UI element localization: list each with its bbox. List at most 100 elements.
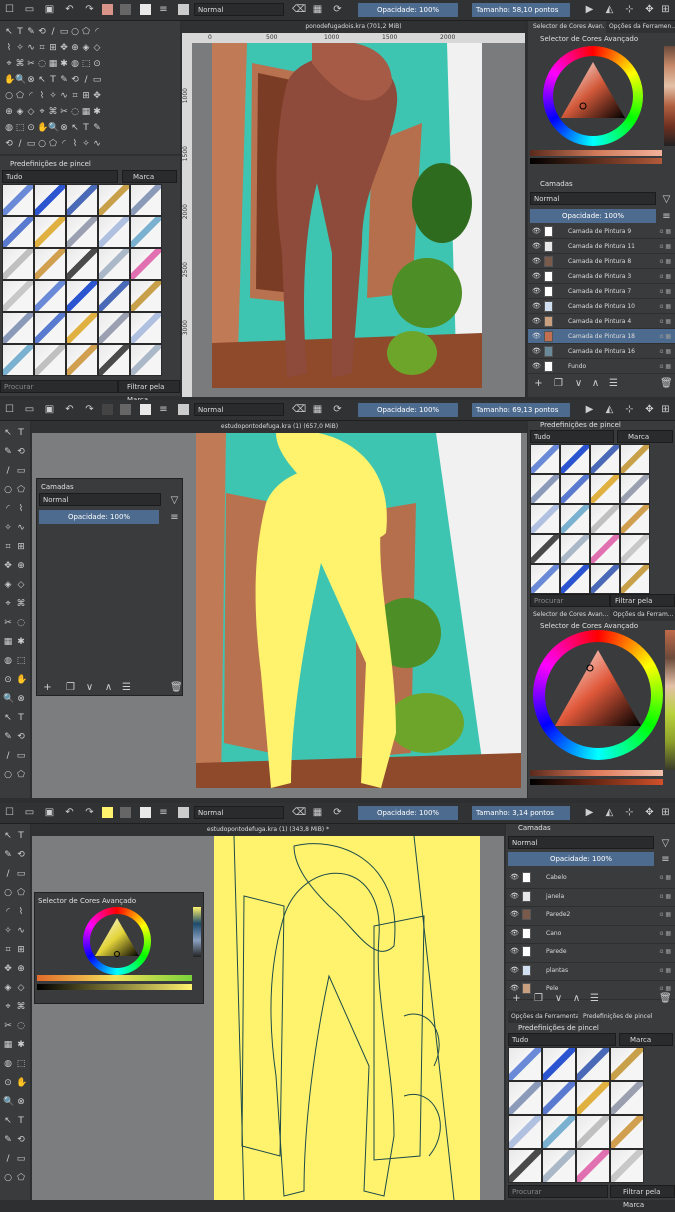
ellipse-tool-icon[interactable]: ○ <box>37 139 47 149</box>
eye-icon[interactable]: 👁 <box>532 299 541 314</box>
move-tool-icon[interactable]: ✥ <box>59 43 69 53</box>
smart-patch-tool-icon[interactable]: ∿ <box>26 43 36 53</box>
ellipse-tool-icon[interactable]: ○ <box>3 485 13 495</box>
eye-icon[interactable]: 👁 <box>510 926 519 941</box>
crop-tool-icon[interactable]: ⊞ <box>48 43 58 53</box>
brush-preset-tile[interactable] <box>34 312 66 344</box>
measure-tool-icon[interactable]: ◇ <box>26 107 36 117</box>
color-swatch-icon[interactable] <box>140 404 151 415</box>
ellipse-tool-icon[interactable]: ○ <box>4 91 14 101</box>
eye-icon[interactable]: 👁 <box>510 963 519 978</box>
brush-preset-tile[interactable] <box>98 312 130 344</box>
reload-icon[interactable]: ⟳ <box>332 4 343 15</box>
brush-filter-select-2[interactable]: Tudo <box>530 430 614 443</box>
layer-properties-icon[interactable]: ☰ <box>121 682 132 693</box>
layer-row[interactable]: 👁 Fundo α ▦ <box>528 359 675 374</box>
tab-color-selector-1[interactable]: Selector de Cores Avan... <box>530 21 604 33</box>
duplicate-layer-icon[interactable]: ❐ <box>65 682 76 693</box>
rectangle-tool-icon[interactable]: ▭ <box>16 751 26 761</box>
eye-icon[interactable]: 👁 <box>510 944 519 959</box>
layer-lock-icon[interactable]: α ▦ <box>659 299 671 314</box>
blend-mode-select[interactable]: Normal <box>194 806 284 819</box>
brush-settings-icon[interactable]: ≡ <box>158 404 169 415</box>
alpha-lock-icon[interactable]: ▦ <box>312 807 323 818</box>
tab-tool-options-1[interactable]: Opções da Ferramen... <box>606 21 675 33</box>
color-triangle-3[interactable] <box>90 914 144 968</box>
color-history-strip-2[interactable] <box>665 630 675 770</box>
pattern-tool-icon[interactable]: ▦ <box>81 107 91 117</box>
assistant-tool-icon[interactable]: ◈ <box>3 983 13 993</box>
zoom-tool-icon[interactable]: 🔍 <box>3 694 14 704</box>
fill-tool-icon[interactable]: ⌘ <box>16 599 26 609</box>
gradient-tool-icon[interactable]: ✂ <box>3 618 13 628</box>
brush-preset-tile[interactable] <box>620 564 650 594</box>
gradient-tool-icon[interactable]: ✂ <box>3 1021 13 1031</box>
layers-opacity-slider-2[interactable]: Opacidade: 100% <box>39 510 159 524</box>
calligraphy-tool-icon[interactable]: ⟲ <box>16 732 26 742</box>
size-slider[interactable]: Tamanho: 58,10 pontos <box>472 3 570 17</box>
magnetic-tool-icon[interactable]: ✱ <box>16 1040 26 1050</box>
assistant-tool-icon[interactable]: ◈ <box>3 580 13 590</box>
multibrush-tool-icon[interactable]: ✧ <box>3 926 13 936</box>
layer-properties-icon[interactable]: ☰ <box>608 378 619 389</box>
grid-tool-icon[interactable]: ⌗ <box>37 43 47 53</box>
mirror-icon[interactable]: ▶ <box>584 807 595 818</box>
reload-icon[interactable]: ⟳ <box>332 807 343 818</box>
move-down-icon[interactable]: ∨ <box>573 378 584 389</box>
brush-preset-tile[interactable] <box>98 248 130 280</box>
contiguous-select-tool-icon[interactable]: ⊙ <box>26 123 36 133</box>
opacity-slider[interactable]: Opacidade: 100% <box>358 403 458 417</box>
select-tool-icon[interactable]: ↖ <box>70 123 80 133</box>
brush-preset-tile[interactable] <box>560 444 590 474</box>
assistant-tool-icon[interactable]: ◈ <box>15 107 25 117</box>
text-tool-icon[interactable]: T <box>16 428 26 438</box>
polygon-tool-icon[interactable]: ⬠ <box>81 27 91 37</box>
brush-preset-tile[interactable] <box>2 312 34 344</box>
brush-preset-tile[interactable] <box>560 504 590 534</box>
brush-preset-tile[interactable] <box>2 344 34 376</box>
alpha-lock-icon[interactable]: ▦ <box>312 4 323 15</box>
filter-by-tag-checkbox[interactable]: Filtrar pela Marca <box>118 380 180 404</box>
smart-patch-tool-icon[interactable]: ∿ <box>59 91 69 101</box>
layers-opacity-slider-1[interactable]: Opacidade: 100% <box>530 209 656 223</box>
pan-tool-icon[interactable]: ✋ <box>4 75 15 85</box>
wrap-icon[interactable]: ◭ <box>604 404 615 415</box>
multibrush-tool-icon[interactable]: ✧ <box>81 139 91 149</box>
brush-preset-tile[interactable] <box>542 1081 576 1115</box>
move-tool-icon[interactable]: ✥ <box>3 964 13 974</box>
brush-preset-tile[interactable] <box>2 184 34 216</box>
brush-preview-icon[interactable] <box>178 404 189 415</box>
canvas-only-icon[interactable]: ⊹ <box>624 807 635 818</box>
brush-preset-tile[interactable] <box>590 474 620 504</box>
pattern-swatch[interactable] <box>120 4 131 15</box>
layer-lock-icon[interactable]: α ▦ <box>659 926 671 941</box>
measure-tool-icon[interactable]: ◇ <box>16 983 26 993</box>
layer-properties-icon[interactable]: ☰ <box>589 993 600 1004</box>
bezier-tool-icon[interactable]: ⌇ <box>16 907 26 917</box>
open-file-icon[interactable]: ▭ <box>24 807 35 818</box>
eye-icon[interactable]: 👁 <box>532 239 541 254</box>
polygon-tool-icon[interactable]: ⬠ <box>16 770 26 780</box>
filter-by-tag-checkbox-3[interactable]: Filtrar pela Marca <box>610 1185 675 1209</box>
color-triangle-1[interactable] <box>553 56 633 136</box>
brush-preset-tile[interactable] <box>530 444 560 474</box>
new-file-icon[interactable]: ☐ <box>4 807 15 818</box>
select-tool-icon[interactable]: ↖ <box>3 713 13 723</box>
measure-tool-icon[interactable]: ◇ <box>92 43 102 53</box>
brush-preset-tile[interactable] <box>98 216 130 248</box>
reference-tool-icon[interactable]: ⌖ <box>3 599 13 609</box>
opacity-slider[interactable]: Opacidade: 100% <box>358 806 458 820</box>
value-slider-1[interactable] <box>530 158 662 164</box>
layer-row[interactable]: 👁 Camada de Pintura 10 α ▦ <box>528 299 675 314</box>
rect-select-tool-icon[interactable]: ⬚ <box>15 123 25 133</box>
layer-row[interactable]: 👁 Camada de Pintura 8 α ▦ <box>528 254 675 269</box>
brush-preset-tile[interactable] <box>66 344 98 376</box>
reference-tool-icon[interactable]: ⌖ <box>37 107 47 117</box>
brush-preset-tile[interactable] <box>130 184 162 216</box>
gradient-tool-icon[interactable]: ✂ <box>59 107 69 117</box>
open-file-icon[interactable]: ▭ <box>24 404 35 415</box>
redo-icon[interactable]: ↷ <box>84 807 95 818</box>
brush-preset-tile[interactable] <box>620 444 650 474</box>
text-tool-icon[interactable]: T <box>16 831 26 841</box>
save-icon[interactable]: ▣ <box>44 807 55 818</box>
